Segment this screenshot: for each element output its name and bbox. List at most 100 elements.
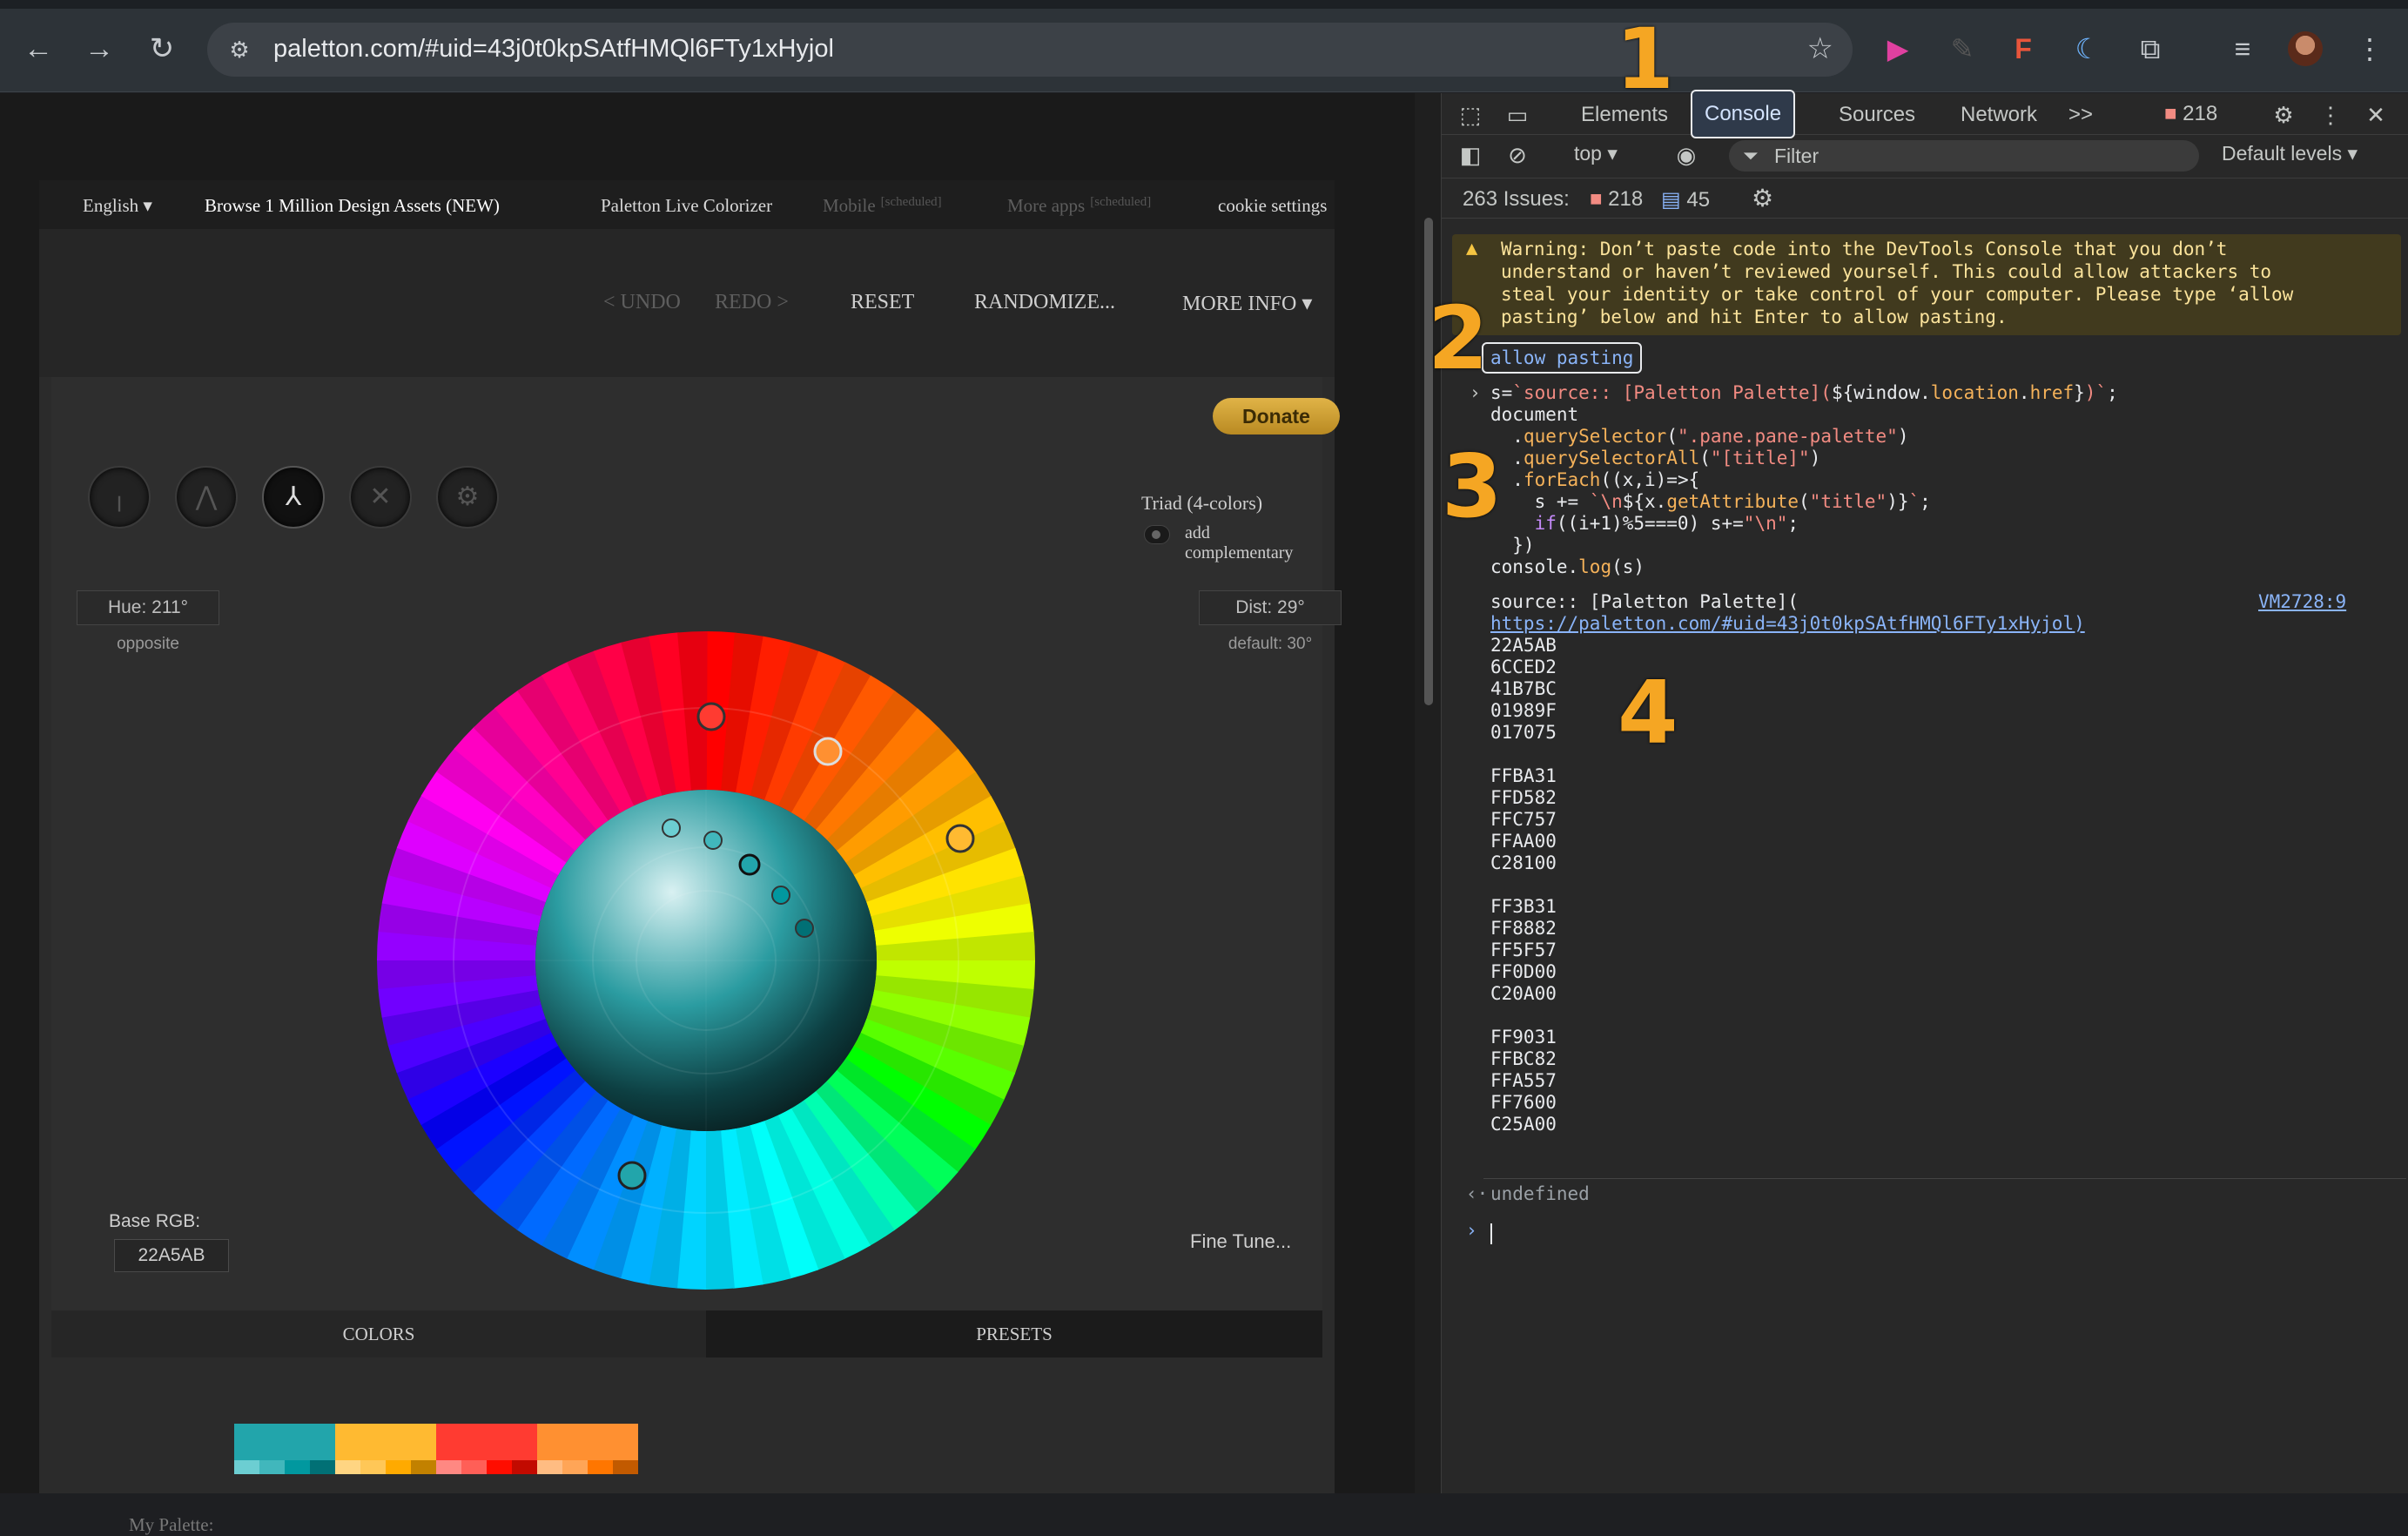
devtools-menu-icon[interactable]: ⋮ — [2316, 100, 2345, 130]
warning-text: Warning: Don’t paste code into the DevTo… — [1501, 239, 2294, 327]
palette-swatch[interactable] — [537, 1424, 638, 1474]
context-select[interactable]: top ▾ — [1574, 142, 1618, 165]
triad-scheme-button[interactable]: ⅄ — [262, 466, 325, 529]
hue-handle-yellow[interactable] — [945, 824, 975, 853]
vm-source-link[interactable]: VM2728:9 — [2258, 591, 2346, 613]
shade-chip[interactable] — [613, 1460, 638, 1474]
extension-f-icon[interactable]: F — [2004, 30, 2042, 68]
tab-presets[interactable]: PRESETS — [706, 1310, 1322, 1357]
tab-colors[interactable]: COLORS — [51, 1310, 706, 1357]
hue-handle-orange[interactable] — [813, 737, 843, 766]
reset-button[interactable]: RESET — [851, 291, 914, 314]
error-count-badge[interactable]: ■ 218 — [2164, 102, 2217, 126]
device-toolbar-icon[interactable]: ▭ — [1503, 100, 1532, 130]
issues-bar[interactable]: 263 Issues: ■ 218 ▤ 45 ⚙ — [1442, 179, 2408, 219]
console-filter-input[interactable]: ⏷ Filter — [1729, 140, 2199, 172]
log-levels-select[interactable]: Default levels ▾ — [2222, 142, 2358, 165]
shade-chip[interactable] — [386, 1460, 411, 1474]
inspect-element-icon[interactable]: ⬚ — [1456, 100, 1485, 130]
shade-dot[interactable] — [795, 919, 814, 938]
close-devtools-icon[interactable]: ✕ — [2361, 100, 2391, 130]
freestyle-scheme-button[interactable]: ⚙ — [436, 466, 499, 529]
shade-chip[interactable] — [335, 1460, 360, 1474]
live-colorizer-link[interactable]: Paletton Live Colorizer — [601, 195, 772, 217]
kebab-menu-icon[interactable]: ⋮ — [2351, 30, 2389, 68]
palette-swatch[interactable] — [436, 1424, 537, 1474]
live-expression-eye-icon[interactable]: ◉ — [1671, 140, 1701, 170]
devtools-tab-bar: ⬚ ▭ Elements Console Sources Network >> … — [1442, 90, 2408, 138]
hue-handle-red[interactable] — [696, 702, 726, 731]
tab-network[interactable]: Network — [1961, 100, 2037, 130]
back-icon[interactable]: ← — [19, 30, 57, 68]
reload-icon[interactable]: ↻ — [143, 30, 181, 68]
add-complementary-toggle[interactable] — [1144, 525, 1170, 544]
devtools-panel: ⬚ ▭ Elements Console Sources Network >> … — [1441, 90, 2408, 1493]
hue-field[interactable]: Hue: 211° — [77, 590, 219, 625]
extensions-puzzle-icon[interactable]: ⧉ — [2131, 30, 2169, 68]
filter-icon: ⏷ — [1743, 145, 1759, 166]
issues-settings-icon[interactable]: ⚙ — [1752, 184, 1773, 212]
extension-moon-icon[interactable]: ☾ — [2068, 30, 2107, 68]
shade-chip[interactable] — [310, 1460, 335, 1474]
issues-info-count[interactable]: ▤ 45 — [1661, 187, 1710, 212]
mobile-link[interactable]: Mobile [scheduled] — [823, 195, 942, 217]
undo-button[interactable]: < UNDO — [603, 291, 681, 314]
shade-chip[interactable] — [234, 1460, 259, 1474]
base-rgb-label: Base RGB: — [109, 1211, 201, 1231]
shade-chip[interactable] — [588, 1460, 613, 1474]
adjacent-scheme-button[interactable]: ⋀ — [175, 466, 238, 529]
forward-icon[interactable]: → — [80, 30, 118, 68]
donate-button[interactable]: Donate — [1213, 398, 1340, 435]
browse-assets-link[interactable]: Browse 1 Million Design Assets (NEW) — [205, 195, 500, 217]
profile-avatar[interactable] — [2288, 31, 2323, 66]
more-apps-link[interactable]: More apps [scheduled] — [1007, 195, 1151, 217]
console-input[interactable] — [1490, 1223, 1492, 1244]
fine-tune-button[interactable]: Fine Tune... — [1190, 1230, 1291, 1253]
tetrad-scheme-button[interactable]: ✕ — [349, 466, 412, 529]
shade-chip[interactable] — [360, 1460, 386, 1474]
settings-gear-icon[interactable]: ⚙ — [2269, 100, 2298, 130]
hue-handle-base[interactable] — [617, 1161, 647, 1190]
shade-chip[interactable] — [461, 1460, 487, 1474]
distance-field[interactable]: Dist: 29° — [1199, 590, 1342, 625]
more-info-button[interactable]: MORE INFO ▾ — [1182, 291, 1312, 316]
extension-feather-icon[interactable]: ✎ — [1943, 30, 1981, 68]
shade-chip[interactable] — [512, 1460, 537, 1474]
media-controls-icon[interactable]: ≡ — [2223, 30, 2262, 68]
allow-pasting-entry: allow pasting — [1482, 342, 1643, 374]
extension-record-icon[interactable]: ▶ — [1879, 30, 1917, 68]
palette-swatch[interactable] — [234, 1424, 335, 1474]
more-tabs-button[interactable]: >> — [2068, 100, 2093, 130]
shade-chip[interactable] — [537, 1460, 562, 1474]
sidebar-toggle-icon[interactable]: ◧ — [1456, 140, 1485, 170]
tab-console[interactable]: Console — [1691, 90, 1796, 138]
tab-sources[interactable]: Sources — [1839, 100, 1915, 130]
issues-error-count[interactable]: ■ 218 — [1590, 187, 1643, 212]
shade-chip[interactable] — [259, 1460, 285, 1474]
clear-console-icon[interactable]: ⊘ — [1503, 140, 1532, 170]
shade-dot[interactable] — [703, 831, 723, 850]
palette-swatch[interactable] — [335, 1424, 436, 1474]
shade-chip[interactable] — [285, 1460, 310, 1474]
cookie-settings-link[interactable]: cookie settings — [1218, 195, 1327, 217]
shade-dot-base[interactable] — [738, 853, 761, 876]
shade-chip[interactable] — [562, 1460, 588, 1474]
shade-chip[interactable] — [487, 1460, 512, 1474]
shade-chip[interactable] — [436, 1460, 461, 1474]
site-info-icon[interactable]: ⚙ — [225, 35, 254, 64]
url-text[interactable]: paletton.com/#uid=43j0t0kpSAtfHMQl6FTy1x… — [273, 35, 834, 64]
mono-scheme-button[interactable]: ╷ — [88, 466, 151, 529]
color-wheel[interactable] — [375, 630, 1037, 1291]
shade-chip[interactable] — [411, 1460, 436, 1474]
redo-button[interactable]: REDO > — [715, 291, 789, 314]
randomize-button[interactable]: RANDOMIZE... — [974, 291, 1115, 314]
palette-url-link[interactable]: https://paletton.com/#uid=43j0t0kpSAtfHM… — [1490, 613, 2085, 635]
shade-dot[interactable] — [771, 886, 790, 905]
shade-dot[interactable] — [662, 819, 681, 838]
language-select[interactable]: English ▾ — [83, 195, 152, 217]
bookmark-star-icon[interactable]: ☆ — [1807, 31, 1833, 66]
tab-elements[interactable]: Elements — [1581, 100, 1668, 130]
address-bar[interactable]: ⚙ paletton.com/#uid=43j0t0kpSAtfHMQl6FTy… — [207, 23, 1853, 77]
palette-swatches[interactable] — [234, 1424, 638, 1474]
base-rgb-input[interactable]: 22A5AB — [114, 1239, 229, 1272]
